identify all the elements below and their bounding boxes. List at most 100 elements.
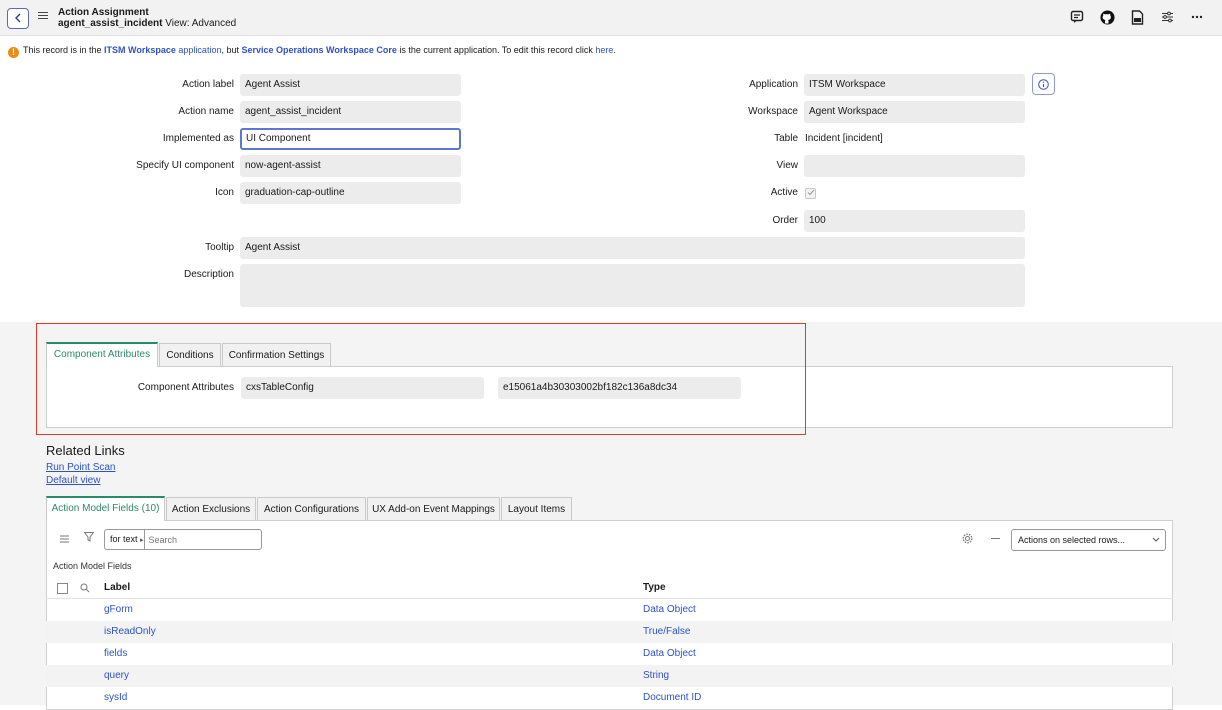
page-title: Action Assignment <box>58 7 149 18</box>
workspace-label: Workspace <box>748 106 798 117</box>
row-type-link[interactable]: Data Object <box>643 643 696 665</box>
table-value: Incident [incident] <box>805 133 883 144</box>
tab-conditions[interactable]: Conditions <box>159 343 221 367</box>
list-menu-icon[interactable] <box>60 533 69 547</box>
view-field[interactable] <box>804 155 1025 177</box>
tab-action-model-fields[interactable]: Action Model Fields (10) <box>46 496 165 521</box>
more-icon[interactable] <box>1188 8 1206 26</box>
view-label: View: Advanced <box>165 18 237 29</box>
component-attributes-value-field[interactable]: e15061a4b30303002bf182c136a8dc34 <box>498 377 741 399</box>
workspace-field[interactable]: Agent Workspace <box>804 101 1025 123</box>
table-row: sysId Document ID <box>46 687 1173 709</box>
collapse-minus-icon[interactable] <box>991 533 1000 547</box>
back-button[interactable] <box>7 8 29 29</box>
filter-icon[interactable] <box>83 532 95 546</box>
chevron-down-icon <box>1152 530 1160 550</box>
banner-current-app-link[interactable]: Service Operations Workspace Core <box>241 45 396 55</box>
tab-action-exclusions[interactable]: Action Exclusions <box>166 497 256 521</box>
view-label: View <box>776 160 799 171</box>
record-subtitle: agent_assist_incident View: Advanced <box>58 18 236 29</box>
component-attributes-panel: Component Attributes cxsTableConfig e150… <box>46 366 1173 428</box>
description-field[interactable] <box>240 264 1025 307</box>
row-label-link[interactable]: isReadOnly <box>104 621 156 643</box>
list-search-input[interactable] <box>144 530 268 549</box>
tab-component-attributes[interactable]: Component Attributes <box>46 342 158 367</box>
tooltip-label: Tooltip <box>205 242 234 253</box>
banner-here-link[interactable]: here <box>595 45 613 55</box>
action-label-label: Action label <box>182 79 234 90</box>
column-header-label[interactable]: Label <box>104 582 130 593</box>
ui-component-label: Specify UI component <box>136 160 234 171</box>
table-row: isReadOnly True/False <box>46 621 1173 643</box>
sliders-icon[interactable] <box>1158 8 1176 26</box>
comment-icon[interactable] <box>1068 8 1086 26</box>
table-row: query String <box>46 665 1173 687</box>
info-icon <box>1038 79 1049 90</box>
description-label: Description <box>183 269 234 280</box>
banner-application-link[interactable]: application <box>178 45 221 55</box>
component-attributes-label: Component Attributes <box>137 382 234 393</box>
header-toolbar <box>1068 8 1206 26</box>
run-point-scan-link[interactable]: Run Point Scan <box>46 462 116 473</box>
select-all-checkbox[interactable] <box>57 583 68 594</box>
github-icon[interactable] <box>1098 8 1116 26</box>
page-header: Action Assignment agent_assist_incident … <box>0 0 1222 36</box>
warning-icon: ! <box>8 47 19 58</box>
banner-text-middle: , but <box>221 45 239 55</box>
action-name-field[interactable]: agent_assist_incident <box>240 101 461 123</box>
implemented-as-select[interactable]: UI Component <box>240 128 461 150</box>
banner-text-suffix: is the current application. To edit this… <box>399 45 593 55</box>
tab-action-configurations[interactable]: Action Configurations <box>257 497 366 521</box>
implemented-as-label: Implemented as <box>162 133 234 144</box>
row-type-link[interactable]: String <box>643 665 669 687</box>
related-links-title: Related Links <box>46 443 125 458</box>
active-label: Active <box>770 187 798 198</box>
row-label-link[interactable]: fields <box>104 643 127 665</box>
list-caption: Action Model Fields <box>53 561 132 571</box>
application-info-button[interactable] <box>1032 73 1055 95</box>
active-checkbox[interactable] <box>805 188 816 199</box>
list-settings-gear-icon[interactable] <box>962 533 973 548</box>
record-name: agent_assist_incident <box>58 18 163 29</box>
order-field[interactable]: 100 <box>804 210 1025 232</box>
banner-text: This record is in the <box>23 45 102 55</box>
order-label: Order <box>772 215 798 226</box>
column-header-type[interactable]: Type <box>643 582 666 593</box>
default-view-link[interactable]: Default view <box>46 475 100 486</box>
hamburger-icon[interactable] <box>38 10 48 22</box>
application-scope-banner: ! This record is in the ITSM Workspace ap… <box>0 42 1222 58</box>
table-row: fields Data Object <box>46 643 1173 665</box>
document-icon[interactable] <box>1128 8 1146 26</box>
application-field[interactable]: ITSM Workspace <box>804 74 1025 96</box>
banner-app-link[interactable]: ITSM Workspace <box>104 45 176 55</box>
table-label: Table <box>774 133 798 144</box>
column-search-icon[interactable] <box>80 583 90 596</box>
check-icon <box>807 189 814 196</box>
tab-ux-addon-event-mappings[interactable]: UX Add-on Event Mappings <box>367 497 500 521</box>
list-search-group: for text ▸ <box>104 529 268 550</box>
table-row: gForm Data Object <box>46 599 1173 621</box>
ui-component-field[interactable]: now-agent-assist <box>240 155 461 177</box>
actions-on-selected-rows-select[interactable]: Actions on selected rows... <box>1011 529 1166 551</box>
banner-text-end: . <box>613 45 616 55</box>
row-label-link[interactable]: gForm <box>104 599 133 621</box>
icon-label: Icon <box>215 187 234 198</box>
action-name-label: Action name <box>178 106 234 117</box>
row-label-link[interactable]: sysId <box>104 687 127 709</box>
chevron-left-icon <box>15 13 21 23</box>
tooltip-field[interactable]: Agent Assist <box>240 237 1025 259</box>
search-field-select-label: for text <box>110 534 138 544</box>
caret-icon: ▸ <box>140 537 144 544</box>
component-attributes-name-field[interactable]: cxsTableConfig <box>241 377 484 399</box>
tab-confirmation-settings[interactable]: Confirmation Settings <box>222 343 331 367</box>
row-type-link[interactable]: Document ID <box>643 687 701 709</box>
row-type-link[interactable]: Data Object <box>643 599 696 621</box>
search-field-select[interactable]: for text ▸ <box>105 530 145 549</box>
action-label-field[interactable]: Agent Assist <box>240 74 461 96</box>
application-label: Application <box>749 79 798 90</box>
tab-layout-items[interactable]: Layout Items <box>501 497 572 521</box>
row-label-link[interactable]: query <box>104 665 129 687</box>
icon-field[interactable]: graduation-cap-outline <box>240 182 461 204</box>
actions-select-label: Actions on selected rows... <box>1018 535 1126 545</box>
row-type-link[interactable]: True/False <box>643 621 690 643</box>
